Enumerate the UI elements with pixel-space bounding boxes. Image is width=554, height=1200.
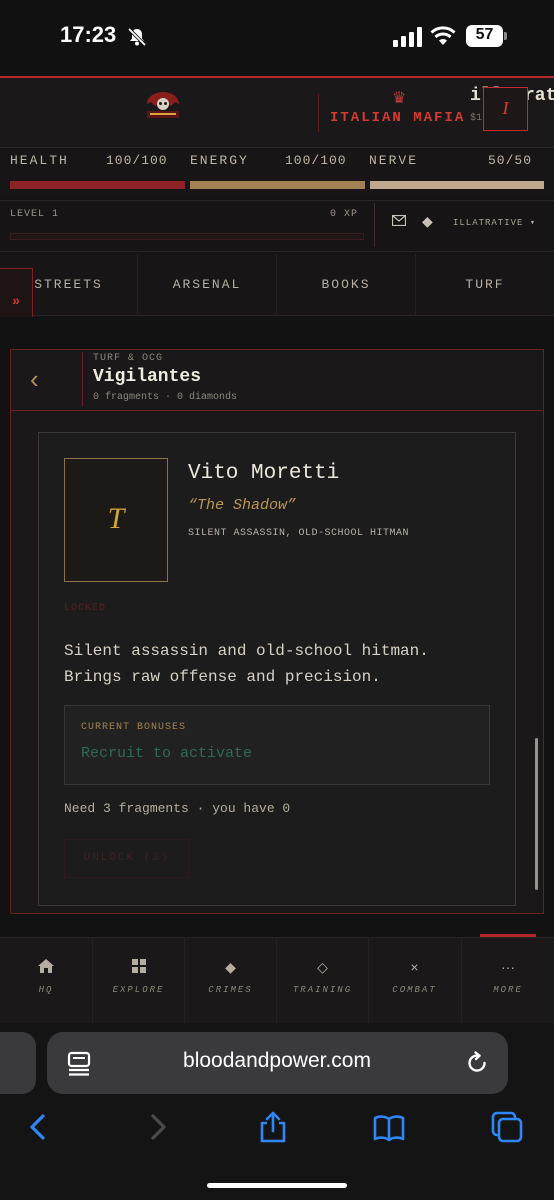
browser-back-icon[interactable]: [22, 1110, 56, 1144]
account-dropdown[interactable]: ILLATRATIVE ▾: [453, 218, 536, 228]
xp-bar: [10, 233, 364, 240]
stats-row: [0, 149, 554, 197]
back-button[interactable]: ‹: [30, 364, 60, 394]
ellipsis-icon: ···: [501, 959, 515, 975]
panel-header: [10, 349, 544, 411]
faction-name: ITALIAN MAFIA: [330, 110, 466, 126]
energy-bar: [190, 181, 365, 189]
character-alias: “The Shadow”: [188, 497, 297, 514]
fragments-requirement: Need 3 fragments · you have 0: [64, 801, 291, 816]
battery-level: 57: [475, 26, 494, 43]
nav-explore-label: EXPLORE: [112, 985, 165, 995]
battery-icon: 57: [466, 25, 508, 47]
nerve-value: 50/50: [488, 153, 533, 168]
nav-training-label: TRAINING: [292, 985, 353, 995]
unlock-button[interactable]: UNLOCK (3): [64, 839, 189, 878]
reload-icon[interactable]: [465, 1051, 489, 1075]
health-value: 100/100: [106, 153, 168, 168]
wifi-icon: [430, 26, 456, 45]
share-icon[interactable]: [256, 1110, 290, 1144]
bookmarks-icon[interactable]: [372, 1110, 406, 1144]
grid-icon: [132, 959, 146, 973]
diamond-outline-icon: ◇: [317, 959, 328, 975]
character-name: Vito Moretti: [188, 462, 340, 485]
browser-forward-icon[interactable]: [140, 1110, 174, 1144]
diamond-icon[interactable]: ◆: [422, 213, 433, 230]
tab-turf[interactable]: TURF: [415, 254, 554, 316]
diamond-filled-icon: ◆: [225, 959, 236, 975]
nav-more-label: MORE: [493, 985, 523, 995]
nav-hq-label: HQ: [38, 985, 54, 995]
nerve-label: NERVE: [369, 153, 419, 168]
reader-mode-icon[interactable]: [66, 1050, 92, 1076]
energy-label: ENERGY: [190, 153, 249, 168]
status-badge: LOCKED: [64, 603, 107, 614]
url-text[interactable]: bloodandpower.com: [100, 1049, 454, 1073]
tab-arsenal[interactable]: ARSENAL: [137, 254, 276, 316]
nerve-bar: [370, 181, 544, 189]
level-label: LEVEL 1: [10, 209, 60, 220]
tab-books[interactable]: BOOKS: [276, 254, 415, 316]
tabs-overview-icon[interactable]: [490, 1110, 524, 1144]
home-icon: [38, 959, 54, 973]
nav-crimes-label: CRIMES: [208, 985, 253, 995]
character-description: Silent assassin and old-school hitman. B…: [64, 642, 429, 686]
crown-icon: ♛: [392, 90, 407, 107]
panel-header-divider: [82, 352, 83, 406]
nav-combat[interactable]: × COMBAT: [368, 937, 460, 1023]
nav-combat-label: COMBAT: [392, 985, 437, 995]
character-role: SILENT ASSASSIN, OLD-SCHOOL HITMAN: [188, 528, 410, 539]
energy-value: 100/100: [285, 153, 347, 168]
avatar-button[interactable]: I: [483, 87, 528, 131]
health-bar: [10, 181, 185, 189]
level-divider: [374, 203, 375, 247]
page-title: Vigilantes: [93, 367, 202, 387]
character-portrait: T: [64, 458, 168, 582]
home-indicator[interactable]: [207, 1183, 347, 1188]
health-label: HEALTH: [10, 153, 69, 168]
bell-muted-icon: [127, 27, 147, 47]
previous-tab-preview[interactable]: [0, 1032, 36, 1094]
xp-label: 0 XP: [330, 209, 359, 220]
signal-icon: [393, 27, 422, 47]
nav-hq[interactable]: HQ: [0, 937, 92, 1023]
nav-more[interactable]: ··· MORE: [461, 937, 554, 1023]
cross-icon: ×: [410, 959, 419, 975]
scrollbar[interactable]: [535, 738, 538, 890]
nav-explore[interactable]: EXPLORE: [92, 937, 184, 1023]
breadcrumb: TURF & OCG: [93, 353, 164, 364]
header-divider: [318, 94, 319, 132]
blood-and-power-logo[interactable]: [142, 90, 184, 120]
bonuses-value: Recruit to activate: [81, 745, 253, 762]
page-subtitle: 0 fragments · 0 diamonds: [93, 392, 238, 403]
nav-training[interactable]: ◇ TRAINING: [276, 937, 368, 1023]
status-time: 17:23: [60, 22, 117, 47]
mail-icon[interactable]: [392, 215, 406, 226]
bonuses-label: CURRENT BONUSES: [81, 722, 187, 733]
nav-crimes[interactable]: ◆ CRIMES: [184, 937, 276, 1023]
